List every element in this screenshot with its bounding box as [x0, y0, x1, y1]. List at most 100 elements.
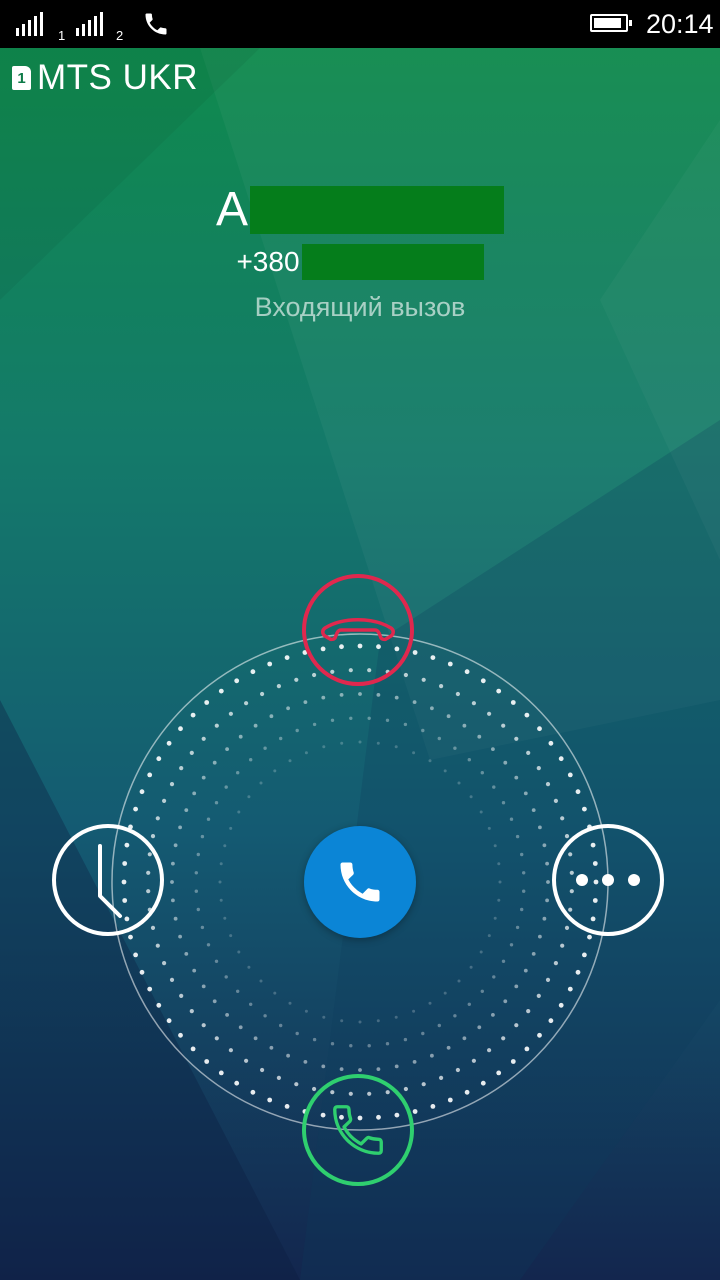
answer-handle[interactable]	[304, 826, 416, 938]
dial-dot	[249, 1002, 253, 1006]
dial-dot	[128, 934, 133, 940]
dial-dot	[358, 740, 362, 744]
dial-dot	[536, 993, 541, 999]
dial-dot	[294, 1082, 299, 1087]
dial-dot	[279, 736, 283, 741]
dial-dot	[162, 961, 167, 966]
dial-dot	[206, 943, 211, 947]
dial-dot	[349, 1044, 353, 1048]
dial-dot	[403, 1037, 408, 1042]
dial-dot	[247, 795, 251, 799]
dial-dot	[214, 801, 219, 805]
dial-dot	[412, 1109, 418, 1114]
dial-dot	[515, 834, 520, 839]
dial-dot	[339, 1067, 344, 1071]
dial-dot	[412, 1009, 416, 1013]
dial-dot	[515, 925, 520, 930]
dial-dot	[430, 655, 436, 660]
active-call-icon	[145, 13, 167, 35]
dial-dot	[234, 678, 240, 684]
decline-button[interactable]	[302, 574, 414, 686]
dial-dot	[520, 907, 524, 912]
dial-dot	[212, 760, 217, 765]
dial-dot	[498, 880, 502, 884]
dial-dot	[238, 1025, 243, 1030]
dial-dot	[567, 772, 573, 778]
dial-dot	[376, 1019, 380, 1023]
dial-dot	[501, 801, 506, 805]
accept-button[interactable]	[302, 1074, 414, 1186]
dial-dot	[514, 984, 519, 989]
sim2-label: 2	[116, 28, 124, 43]
signal-sim1-icon: 1	[16, 12, 65, 43]
dial-dot	[312, 672, 317, 678]
dial-dot	[236, 989, 240, 993]
clock-icon	[98, 844, 122, 918]
dial-dot	[457, 781, 461, 785]
dial-dot	[156, 1002, 162, 1008]
accept-phone-icon	[333, 1105, 383, 1155]
dial-dot	[178, 934, 183, 939]
dial-dot	[492, 785, 496, 789]
call-status: Входящий вызов	[254, 292, 466, 322]
dial-dot	[558, 756, 564, 762]
dial-dot	[339, 693, 344, 697]
dial-dot	[295, 1031, 299, 1036]
dial-dot	[238, 734, 243, 739]
dial-dot	[564, 925, 570, 931]
dial-dot	[394, 695, 399, 700]
dial-dot	[190, 1046, 196, 1052]
dial-dot	[288, 759, 292, 763]
dial-dot	[189, 1009, 194, 1014]
dial-dot	[510, 700, 516, 705]
dial-dot	[464, 1089, 470, 1095]
dial-dot	[575, 969, 581, 975]
dial-dot	[170, 880, 174, 884]
dial-dot	[548, 1018, 554, 1024]
dial-dot	[367, 1044, 371, 1048]
dial-dot	[496, 688, 502, 694]
dial-dot	[219, 898, 223, 902]
dial-dot	[253, 723, 258, 728]
dial-dot	[214, 959, 219, 963]
dial-dot	[394, 745, 398, 749]
dial-dot	[462, 1036, 467, 1041]
dial-dot	[497, 862, 501, 866]
dial-dot	[276, 684, 281, 689]
dial-dot	[403, 722, 408, 727]
carrier-label: 1 MTS UKR	[12, 58, 198, 98]
dial-dot	[267, 1097, 273, 1103]
dial-dot	[548, 740, 554, 746]
dial-dot	[471, 1058, 476, 1063]
caller-number: +380	[0, 244, 720, 280]
dial-dot	[194, 871, 198, 875]
dial-dot	[526, 1009, 531, 1014]
dial-dot	[542, 843, 547, 848]
redacted-number	[301, 244, 484, 280]
dial-dot	[514, 1023, 519, 1028]
dial-dot	[537, 726, 542, 732]
dial-dot	[428, 759, 432, 763]
dial-dot	[358, 1068, 362, 1072]
dial-dot	[178, 1032, 183, 1038]
dial-dot	[509, 817, 514, 821]
dial-dot	[340, 741, 344, 745]
remind-me-button[interactable]	[52, 824, 164, 936]
more-options-button[interactable]	[552, 824, 664, 936]
dial-dot	[190, 712, 196, 718]
dial-dot	[493, 844, 497, 848]
sim1-label: 1	[58, 28, 66, 43]
dial-dot	[273, 991, 277, 995]
dial-dot	[219, 862, 223, 866]
dial-dot	[358, 692, 362, 696]
dial-dot	[179, 766, 184, 771]
dial-dot	[225, 747, 230, 751]
dial-dot	[376, 1067, 381, 1071]
dial-dot	[582, 806, 587, 812]
dial-dot	[171, 898, 175, 903]
dial-dot	[166, 1018, 172, 1024]
dial-dot	[269, 714, 274, 719]
dial-dot	[546, 880, 550, 884]
dial-dot	[214, 723, 219, 728]
dial-dot	[204, 700, 210, 705]
